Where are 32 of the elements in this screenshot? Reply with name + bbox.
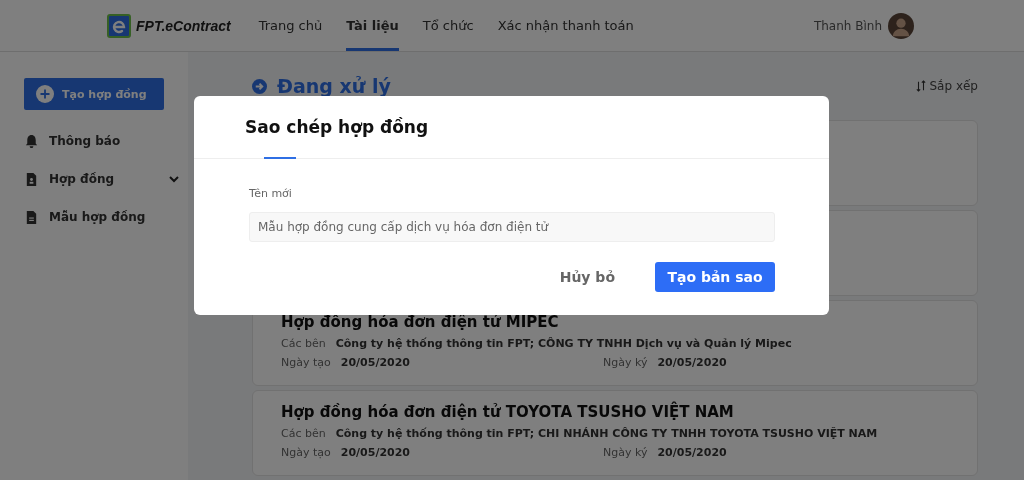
nav-tab[interactable]: Tài liệu (346, 0, 399, 51)
nav-tab[interactable]: Tổ chức (422, 0, 474, 51)
field-value: 20/05/2020 (657, 446, 727, 459)
name-input[interactable]: Mẫu hợp đồng cung cấp dịch vụ hóa đơn điện tử (249, 212, 775, 242)
field-label: Ngày ký (603, 356, 648, 369)
field-label: Ngày tạo (281, 356, 331, 369)
sidebar-item[interactable]: Thông báo (24, 122, 180, 160)
field-label: Tên mới (249, 187, 293, 200)
contract-title: Hợp đồng hóa đơn điện tử MIPEC (281, 313, 560, 331)
field-value: Công ty hệ thống thông tin FPT; CÔNG TY TNHH Dịch vụ và Quản lý Mipec (335, 337, 792, 350)
section-title: Đang xử lý (277, 75, 391, 97)
field-value: Công ty hệ thống thông tin FPT; CHI NHÁNH CÔNG TY TNHH TOYOTA TSUSHO VIỆT NAM (335, 427, 878, 440)
sidebar-item[interactable]: Mẫu hợp đồng (24, 198, 180, 236)
sidebar-item[interactable]: Hợp đồng (24, 160, 180, 198)
contract-title: Hợp đồng hóa đơn điện tử TOYOTA TSUSHO VIỆT NAM (281, 403, 735, 421)
field-value: 20/05/2020 (340, 356, 410, 369)
field-label: Các bên (281, 337, 326, 350)
contract-card[interactable]: Hợp đồng hóa đơn điện tử TOYOTA TSUSHO VIỆT NAM Các bên Công ty hệ thống thông tin FPT; CHI NHÁNH CÔNG TY TNHH TOYOTA TSUSHO VIỆT NAM Ngày tạo 20/05/2020 Ngày ký 20/05/2020 (252, 390, 978, 476)
nav-tab[interactable]: Xác nhận thanh toán (497, 0, 634, 51)
field-label: Các bên (281, 427, 326, 440)
create-contract-button[interactable]: Tạo hợp đồng (24, 78, 164, 110)
field-value: 20/05/2020 (657, 356, 727, 369)
user-name[interactable]: Thanh Bình (813, 18, 882, 33)
sort-button[interactable]: Sắp xếp (916, 79, 978, 93)
cancel-button[interactable]: Hủy bỏ (539, 263, 635, 291)
nav-tab[interactable]: Trang chủ (258, 0, 323, 51)
dialog-title: Sao chép hợp đồng (245, 117, 429, 137)
field-label: Ngày tạo (281, 446, 331, 459)
field-value: 20/05/2020 (340, 446, 410, 459)
brand-name[interactable]: FPT.eContract (136, 17, 231, 34)
field-label: Ngày ký (603, 446, 648, 459)
create-copy-button[interactable]: Tạo bản sao (655, 262, 775, 292)
